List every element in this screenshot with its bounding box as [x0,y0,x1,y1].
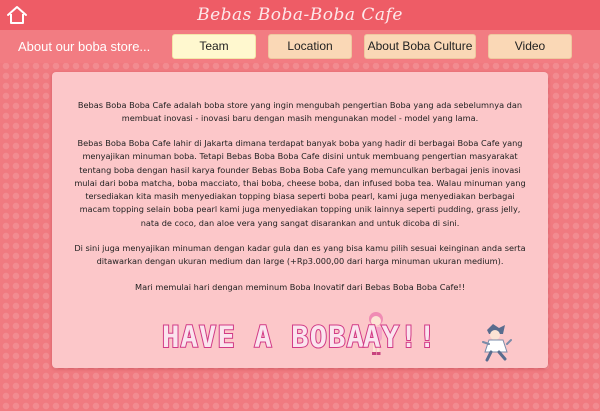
history-paragraph: Bebas Boba Boba Cafe lahir di Jakarta di… [74,138,526,228]
closing-paragraph: Mari memulai hari dengan meminum Boba In… [135,282,465,292]
boba-day-banner-end: AY!! [362,319,437,355]
about-boba-culture-button[interactable]: About Boba Culture [364,34,476,59]
app-title: Bebas Boba-Boba Cafe [197,5,403,25]
video-button[interactable]: Video [488,34,572,59]
about-store-label: About our boba store... [18,39,151,54]
location-button[interactable]: Location [268,34,352,59]
boba-day-banner: HAVE A BOBA [161,319,366,355]
menu-options-paragraph: Di sini juga menyajikan minuman dengan k… [74,243,526,267]
title-bar: Bebas Boba-Boba Cafe [0,0,600,30]
intro-paragraph: Bebas Boba Boba Cafe adalah boba store y… [77,100,523,124]
content-panel: Bebas Boba Boba Cafe adalah boba store y… [52,72,548,368]
team-button[interactable]: Team [172,34,256,59]
anime-boy-image [482,324,512,362]
nav-bar: About our boba store... Team Location Ab… [0,30,600,63]
